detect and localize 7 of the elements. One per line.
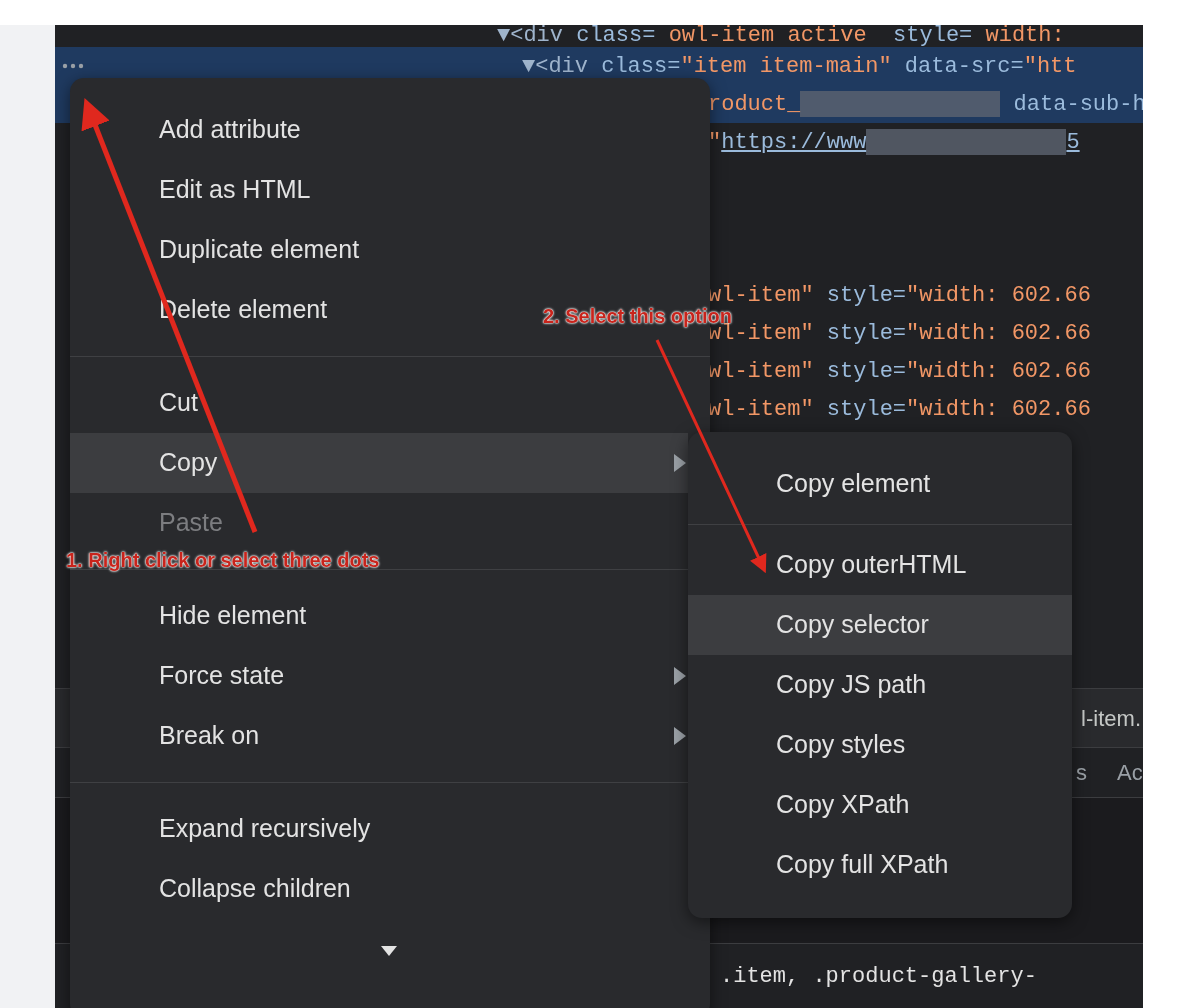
code-line: ▼<div class= owl-item active style= width: — [497, 25, 1065, 47]
code-line: wl-item" style="width: 602.66 — [708, 357, 1091, 386]
code-line: roduct_ data-sub-h — [708, 89, 1143, 119]
code-line: ▼<div class="item item-main" data-src="htt — [522, 52, 1077, 81]
annotation-label: 1. Right click or select three dots — [66, 548, 380, 573]
code-line: "https://www 5 — [708, 127, 1080, 157]
css-selector-text: .item, .product-gallery- — [720, 962, 1037, 991]
